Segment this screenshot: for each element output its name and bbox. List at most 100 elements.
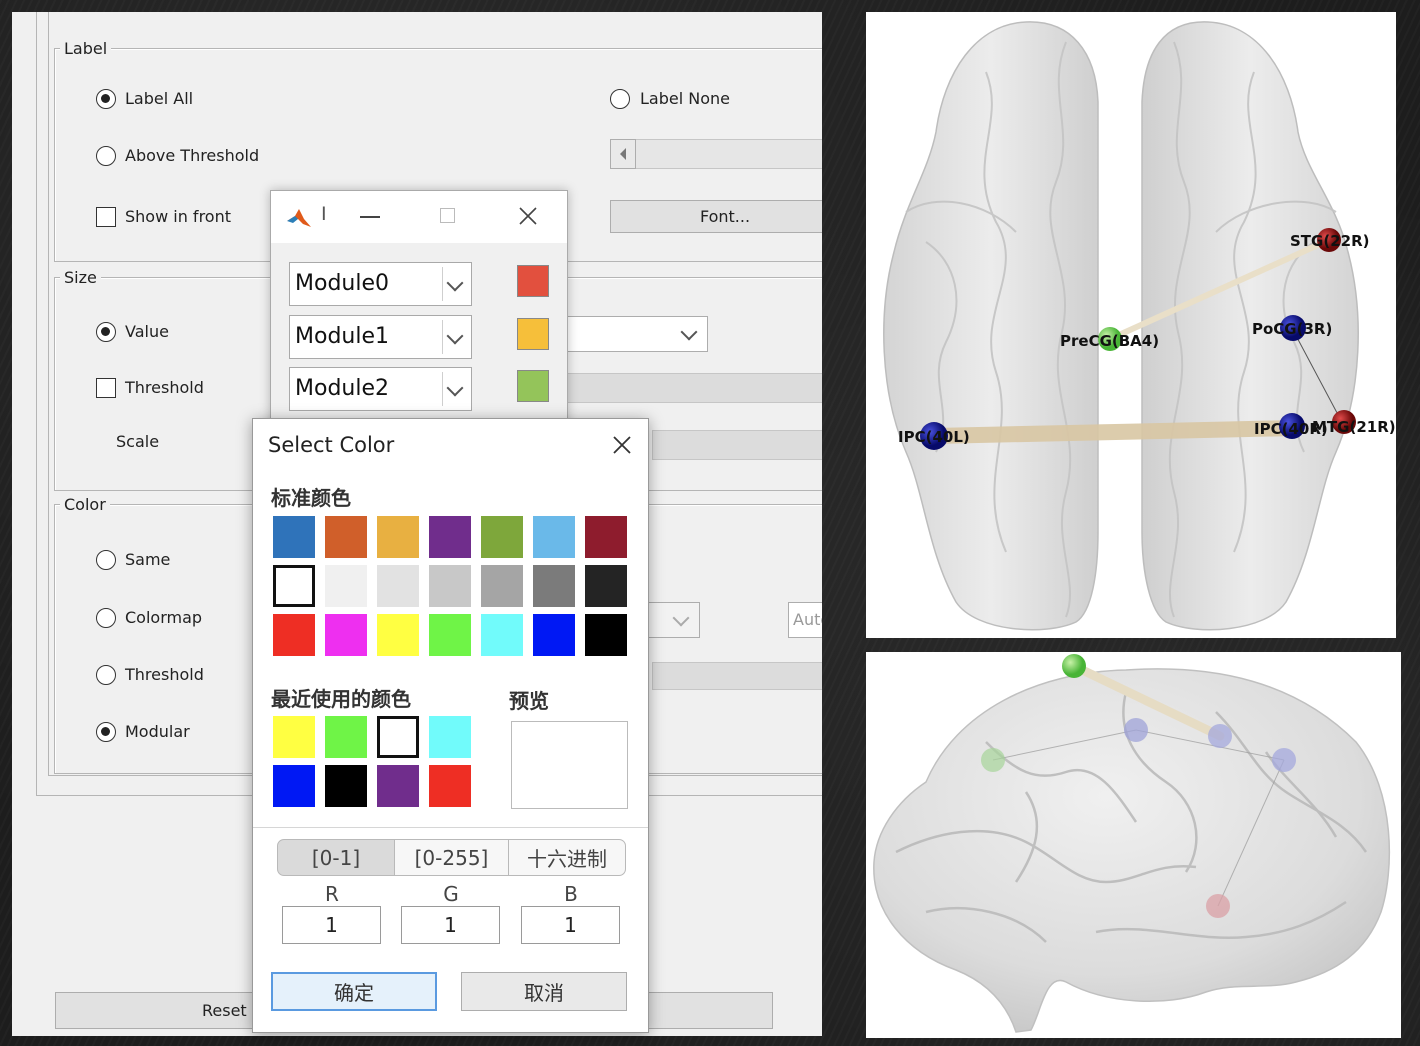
select-color-title: Select Color — [268, 433, 395, 457]
auto-field[interactable]: Auto — [788, 602, 822, 638]
node-ipc2-side — [1272, 748, 1296, 772]
cancel-button[interactable]: 取消 — [461, 972, 627, 1011]
reset-button-label: Reset — [202, 1001, 247, 1020]
color-modular-radio[interactable] — [96, 722, 116, 742]
chevron-down-icon — [446, 327, 464, 345]
r-label: R — [325, 882, 339, 906]
g-input[interactable]: 1 — [401, 906, 500, 944]
module-dialog-title: I — [321, 203, 327, 225]
mode-hex-button[interactable]: 十六进制 — [508, 839, 626, 876]
label-none-radio[interactable] — [610, 89, 630, 109]
dropdown-separator — [442, 267, 443, 301]
mode-0-1-button[interactable]: [0-1] — [277, 839, 395, 876]
r-input[interactable]: 1 — [282, 906, 381, 944]
node-ipc-side — [1208, 724, 1232, 748]
above-threshold-radio[interactable] — [96, 146, 116, 166]
divider — [253, 827, 648, 828]
above-threshold-label: Above Threshold — [125, 146, 260, 165]
font-button[interactable]: Font... — [610, 200, 822, 233]
standard-colors-heading: 标准颜色 — [271, 486, 351, 510]
module-dialog-titlebar: I — [271, 191, 567, 243]
standard-color-swatch[interactable] — [533, 614, 575, 656]
b-label: B — [564, 882, 578, 906]
recent-color-swatch[interactable] — [325, 765, 367, 807]
module0-dropdown[interactable]: Module0 — [289, 262, 472, 306]
size-group-title: Size — [60, 268, 101, 287]
color-same-radio[interactable] — [96, 550, 116, 570]
standard-color-swatch[interactable] — [325, 516, 367, 558]
colormap-dropdown[interactable] — [642, 602, 700, 638]
label-all-radio[interactable] — [96, 89, 116, 109]
standard-color-swatch[interactable] — [585, 516, 627, 558]
node-label-mtg: MTG(21R) — [1312, 418, 1396, 436]
node-red-faint-side — [1206, 894, 1230, 918]
module1-name: Module1 — [295, 324, 389, 349]
standard-color-swatch[interactable] — [273, 614, 315, 656]
standard-color-swatch[interactable] — [273, 565, 315, 607]
recent-color-swatch[interactable] — [377, 716, 419, 758]
standard-color-swatch[interactable] — [481, 614, 523, 656]
standard-color-swatch[interactable] — [325, 614, 367, 656]
recent-color-swatch[interactable] — [429, 716, 471, 758]
size-threshold-checkbox[interactable] — [96, 378, 116, 398]
node-pocg-side — [1124, 718, 1148, 742]
module1-color-swatch[interactable] — [517, 318, 549, 350]
size-value-radio[interactable] — [96, 322, 116, 342]
minimize-icon[interactable] — [360, 216, 380, 218]
standard-color-swatch[interactable] — [429, 614, 471, 656]
slider-left-arrow-button[interactable] — [610, 139, 636, 169]
color-threshold-field[interactable] — [652, 662, 822, 690]
module2-color-swatch[interactable] — [517, 370, 549, 402]
maximize-icon[interactable] — [440, 208, 455, 223]
show-in-front-checkbox[interactable] — [96, 207, 116, 227]
standard-color-swatch[interactable] — [481, 516, 523, 558]
module0-color-swatch[interactable] — [517, 265, 549, 297]
standard-color-swatch[interactable] — [585, 614, 627, 656]
standard-color-swatch[interactable] — [377, 614, 419, 656]
recent-colors-heading: 最近使用的颜色 — [271, 687, 411, 711]
node-label-pocg: PoCG(3R) — [1252, 320, 1332, 338]
show-in-front-label: Show in front — [125, 207, 231, 226]
node-precg-side — [1062, 654, 1086, 678]
standard-color-swatch[interactable] — [481, 565, 523, 607]
standard-color-swatch[interactable] — [533, 565, 575, 607]
standard-color-swatch[interactable] — [377, 516, 419, 558]
select-color-dialog: Select Color 标准颜色 最近使用的颜色 预览 [0-1] [0-25… — [252, 418, 649, 1033]
module2-name: Module2 — [295, 376, 389, 401]
dropdown-separator — [442, 372, 443, 406]
recent-color-swatch[interactable] — [325, 716, 367, 758]
standard-color-swatch[interactable] — [585, 565, 627, 607]
close-icon[interactable] — [518, 206, 538, 226]
node-label-precg: PreCG(BA4) — [1060, 332, 1159, 350]
label-threshold-slider[interactable] — [610, 139, 822, 169]
standard-color-swatch[interactable] — [429, 565, 471, 607]
standard-color-swatch[interactable] — [429, 516, 471, 558]
color-same-label: Same — [125, 550, 171, 569]
brain-top-render: STG(22R) PreCG(BA4) PoCG(3R) IPC(40L) IP… — [883, 21, 1396, 631]
recent-color-swatch[interactable] — [273, 716, 315, 758]
mode-0-255-button[interactable]: [0-255] — [394, 839, 509, 876]
ok-button[interactable]: 确定 — [271, 972, 437, 1011]
module2-dropdown[interactable]: Module2 — [289, 367, 472, 411]
recent-color-swatch[interactable] — [273, 765, 315, 807]
b-input[interactable]: 1 — [521, 906, 620, 944]
color-colormap-radio[interactable] — [96, 608, 116, 628]
node-label-stg: STG(22R) — [1290, 232, 1369, 250]
module1-dropdown[interactable]: Module1 — [289, 315, 472, 359]
edge-ipcl-ipcr — [926, 420, 1304, 444]
scale-field[interactable] — [652, 430, 822, 460]
standard-color-swatch[interactable] — [273, 516, 315, 558]
color-preview-box — [511, 721, 628, 809]
recent-color-swatch[interactable] — [377, 765, 419, 807]
color-group-title: Color — [60, 495, 110, 514]
size-threshold-field[interactable] — [552, 373, 822, 403]
color-threshold-radio[interactable] — [96, 665, 116, 685]
preview-heading: 预览 — [509, 689, 549, 713]
recent-color-swatch[interactable] — [429, 765, 471, 807]
module-color-dialog: I Module0 Module1 Module2 — [270, 190, 568, 430]
standard-color-swatch[interactable] — [533, 516, 575, 558]
close-icon[interactable] — [612, 435, 632, 455]
standard-color-swatch[interactable] — [325, 565, 367, 607]
chevron-down-icon — [680, 323, 698, 341]
standard-color-swatch[interactable] — [377, 565, 419, 607]
